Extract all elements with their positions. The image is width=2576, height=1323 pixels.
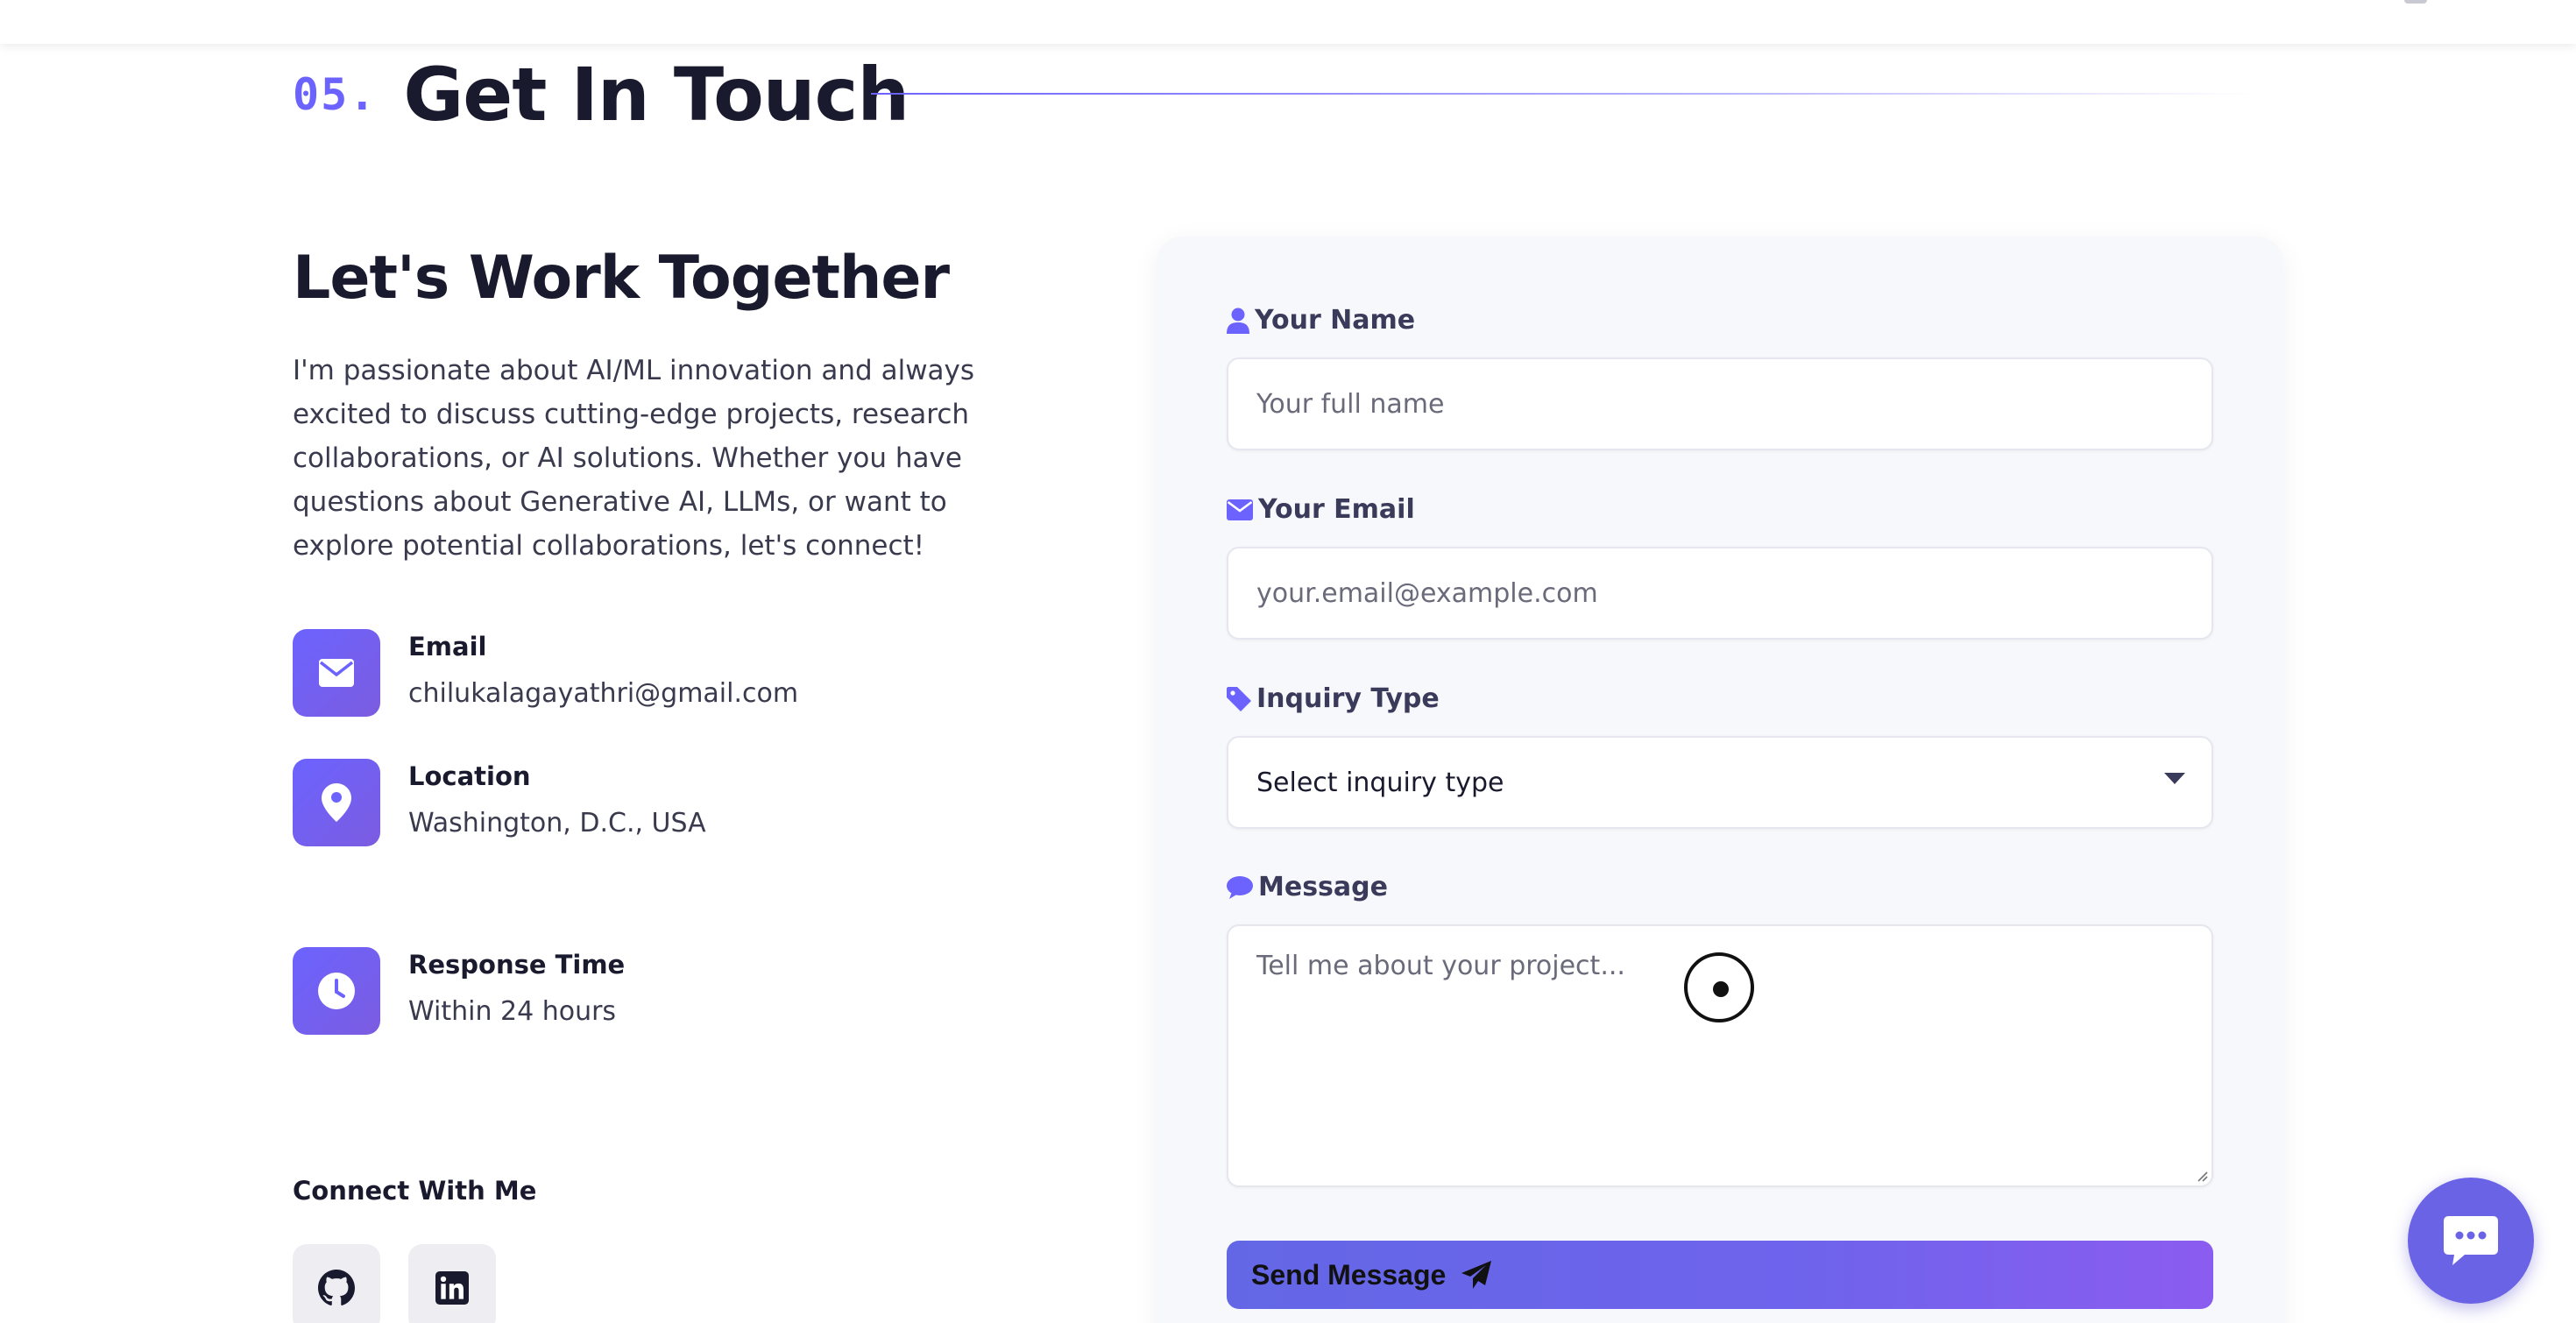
comment-icon [1227,875,1253,899]
cursor-indicator [1684,952,1754,1022]
contact-location-value: Washington, D.C., USA [408,808,706,838]
message-label: Message [1227,872,1388,902]
chat-bubble-icon [2444,1216,2498,1265]
tag-icon [1227,686,1251,711]
top-navbar [0,0,2576,44]
send-message-button[interactable]: Send Message [1227,1241,2213,1309]
section-header: 05. Get In Touch [293,51,909,138]
email-label: Your Email [1227,494,1415,525]
contact-response-label: Response Time [408,950,626,980]
envelope-icon [293,629,380,717]
contact-intro-text: I'm passionate about AI/ML innovation an… [293,355,975,562]
navbar-edge-element [2404,0,2427,4]
chat-button[interactable] [2408,1178,2534,1304]
contact-location-label: Location [408,761,531,791]
contact-email-label: Email [408,632,487,662]
section-number: 05. [293,69,378,120]
chevron-down-icon [2164,773,2185,784]
contact-item-location: Location Washington, D.C., USA [293,759,706,846]
map-pin-icon [293,759,380,846]
linkedin-link[interactable] [408,1244,496,1323]
contact-item-email: Email chilukalagayathri@gmail.com [293,629,798,717]
envelope-icon [1227,499,1253,520]
user-icon [1227,308,1249,334]
contact-response-value: Within 24 hours [408,996,617,1027]
email-field[interactable] [1227,547,2213,640]
name-field[interactable] [1227,357,2213,450]
linkedin-icon [435,1271,469,1305]
contact-heading: Let's Work Together [293,244,950,313]
clock-icon [293,947,380,1035]
github-link[interactable] [293,1244,380,1323]
name-label: Your Name [1227,305,1415,336]
paper-plane-icon [1461,1261,1492,1289]
resize-grip-icon[interactable] [2194,1168,2208,1182]
connect-heading: Connect With Me [293,1176,537,1206]
contact-email-value[interactable]: chilukalagayathri@gmail.com [408,676,798,711]
inquiry-type-select[interactable]: Select inquiry type [1227,736,2213,829]
section-divider-line [871,93,2255,95]
inquiry-label: Inquiry Type [1227,683,1440,714]
email-input[interactable] [1228,548,2212,638]
contact-item-response-time: Response Time Within 24 hours [293,947,625,1035]
name-input[interactable] [1228,359,2212,449]
section-title: Get In Touch [403,52,909,138]
inquiry-type-value: Select inquiry type [1256,767,1504,798]
contact-intro: Let's Work Together I'm passionate about… [293,237,1064,568]
github-icon [318,1270,355,1305]
